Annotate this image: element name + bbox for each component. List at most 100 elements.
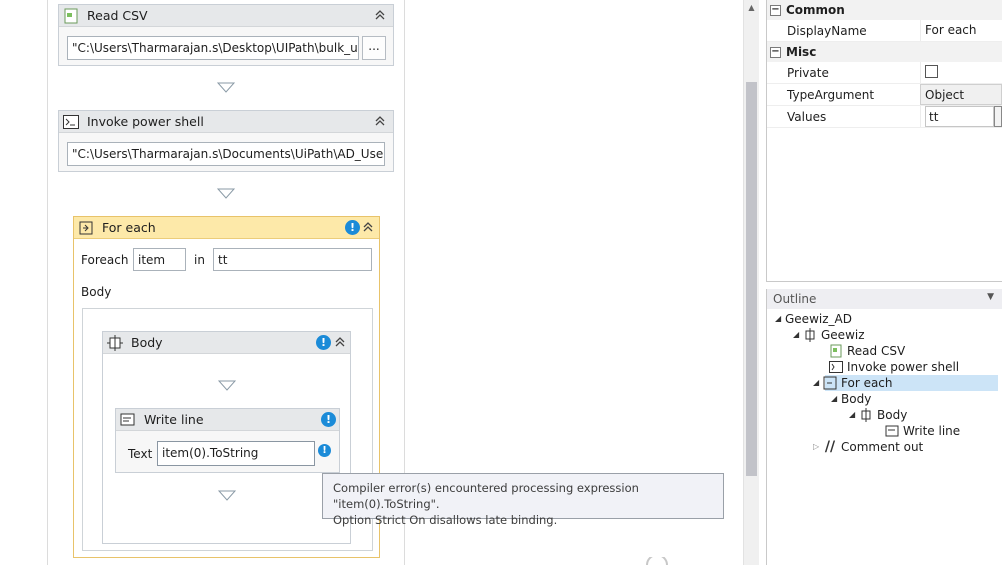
item-variable-input[interactable]: item xyxy=(133,248,186,271)
in-label: in xyxy=(194,253,205,267)
private-checkbox[interactable] xyxy=(925,65,938,78)
csv-file-icon xyxy=(63,8,79,24)
sequence-icon xyxy=(803,328,817,342)
outline-item[interactable]: ◢ Geewiz xyxy=(793,327,865,343)
outline-label: Read CSV xyxy=(847,344,906,358)
private-label: Private xyxy=(787,65,829,80)
sequence-icon xyxy=(107,334,123,351)
designer-scrollbar[interactable]: ▲ xyxy=(743,0,759,565)
comment-out-icon: // xyxy=(824,439,836,455)
category-misc[interactable]: − Misc xyxy=(767,42,1002,62)
workflow-designer: Read CSV "C:\Users\Tharmarajan.s\Desktop… xyxy=(0,0,743,565)
write-line-icon xyxy=(120,412,136,428)
body-label: Body xyxy=(81,285,112,299)
outline-label: For each xyxy=(841,376,893,390)
browse-button[interactable]: ... xyxy=(362,36,386,60)
write-line-title: Write line xyxy=(144,412,204,427)
invoke-powershell-activity[interactable]: Invoke power shell "C:\Users\Tharmarajan… xyxy=(58,110,394,172)
category-common-label: Common xyxy=(786,3,845,17)
outline-item[interactable]: Invoke power shell xyxy=(829,359,959,375)
invoke-powershell-title: Invoke power shell xyxy=(87,114,204,129)
values-input[interactable]: tt xyxy=(925,106,994,127)
foreach-icon xyxy=(78,220,94,236)
property-row-private: Private xyxy=(767,62,1002,84)
script-path-input[interactable]: "C:\Users\Tharmarajan.s\Documents\UiPath… xyxy=(67,142,385,166)
outline-label: Body xyxy=(877,408,908,422)
scroll-up-button[interactable]: ▲ xyxy=(744,0,759,16)
scroll-thumb[interactable] xyxy=(746,82,757,476)
write-line-icon xyxy=(885,424,899,438)
expand-triangle-icon[interactable]: ◢ xyxy=(775,311,785,327)
foreach-icon xyxy=(823,376,837,390)
properties-panel: − Common DisplayName For each − Misc Pri… xyxy=(766,0,1002,282)
csv-path-input[interactable]: "C:\Users\Tharmarajan.s\Desktop\UIPath\b… xyxy=(67,36,359,60)
flow-arrow-icon xyxy=(217,188,235,199)
body-sequence-activity[interactable]: Body ! Write line ! Text item(0).ToStrin… xyxy=(102,331,351,544)
flow-arrow-icon xyxy=(217,82,235,93)
outline-item[interactable]: Write line xyxy=(885,423,960,439)
outline-item[interactable]: ◢ Body xyxy=(849,407,907,423)
typeargument-dropdown[interactable]: Object xyxy=(920,84,1002,105)
text-label: Text xyxy=(128,447,153,461)
body-title: Body xyxy=(131,335,163,350)
collapsed-triangle-icon[interactable]: ▷ xyxy=(813,439,823,455)
outline-title: Outline xyxy=(773,292,817,306)
displayname-value[interactable]: For each xyxy=(920,20,1002,41)
error-icon[interactable]: ! xyxy=(318,444,331,457)
typeargument-label: TypeArgument xyxy=(787,87,875,102)
property-row-typeargument: TypeArgument Object xyxy=(767,84,1002,106)
collapse-icon[interactable] xyxy=(373,114,387,128)
expand-triangle-icon[interactable]: ◢ xyxy=(793,327,803,343)
collapse-icon[interactable] xyxy=(361,220,375,234)
expand-triangle-icon[interactable]: ◢ xyxy=(831,391,841,407)
outline-item-selected[interactable]: ◢ For each xyxy=(813,375,893,391)
collapse-icon[interactable] xyxy=(333,335,347,349)
outline-label: Body xyxy=(841,392,872,406)
read-csv-activity[interactable]: Read CSV "C:\Users\Tharmarajan.s\Desktop… xyxy=(58,4,394,66)
category-common[interactable]: − Common xyxy=(767,0,1002,20)
collection-input[interactable]: tt xyxy=(213,248,372,271)
outline-item[interactable]: ◢ Body xyxy=(831,391,871,407)
powershell-icon xyxy=(63,114,79,130)
sequence-icon xyxy=(859,408,873,422)
private-value-cell xyxy=(920,62,1002,83)
csv-file-icon xyxy=(829,344,843,358)
outline-item[interactable]: Read CSV xyxy=(829,343,905,359)
outline-label: Write line xyxy=(903,424,961,438)
foreach-title: For each xyxy=(102,220,156,235)
collapse-category-icon[interactable]: − xyxy=(770,4,781,16)
warning-icon[interactable]: ! xyxy=(345,220,360,235)
values-edit-button[interactable] xyxy=(994,106,1002,127)
compiler-error-tooltip: Compiler error(s) encountered processing… xyxy=(322,473,724,527)
outline-header: Outline ▼ xyxy=(767,289,1002,309)
displayname-label: DisplayName xyxy=(787,23,867,38)
text-expression-input[interactable]: item(0).ToString xyxy=(157,441,315,466)
tooltip-line-2: Option Strict On disallows late binding. xyxy=(333,513,558,527)
flow-arrow-icon xyxy=(218,380,236,391)
outline-panel: Outline ▼ ◢ Geewiz_AD ◢ Geewiz Read CSV … xyxy=(766,289,1002,565)
collapse-category-icon[interactable]: − xyxy=(770,46,781,58)
values-label: Values xyxy=(787,109,827,124)
collapse-icon[interactable] xyxy=(373,8,387,22)
chevron-down-icon[interactable]: ▼ xyxy=(987,292,994,302)
warning-icon[interactable]: ! xyxy=(321,412,336,427)
outline-label: Comment out xyxy=(841,440,924,454)
values-cell: tt xyxy=(920,106,1002,127)
outline-label: Geewiz_AD xyxy=(785,312,852,326)
property-row-displayname: DisplayName For each xyxy=(767,20,1002,42)
powershell-icon xyxy=(829,360,843,374)
category-misc-label: Misc xyxy=(786,45,817,59)
outline-label: Geewiz xyxy=(821,328,865,342)
property-row-values: Values tt xyxy=(767,106,1002,128)
foreach-label: Foreach xyxy=(81,253,129,267)
expand-triangle-icon[interactable]: ◢ xyxy=(849,407,859,423)
write-line-activity[interactable]: Write line ! Text item(0).ToString ! xyxy=(115,408,340,473)
outline-item[interactable]: ▷ // Comment out xyxy=(813,439,923,455)
loading-icon xyxy=(646,557,668,565)
outline-label: Invoke power shell xyxy=(847,360,960,374)
warning-icon[interactable]: ! xyxy=(316,335,331,350)
flow-arrow-icon xyxy=(218,490,236,501)
tooltip-line-1: Compiler error(s) encountered processing… xyxy=(333,481,639,511)
expand-triangle-icon[interactable]: ◢ xyxy=(813,375,823,391)
outline-item[interactable]: ◢ Geewiz_AD xyxy=(775,311,852,327)
